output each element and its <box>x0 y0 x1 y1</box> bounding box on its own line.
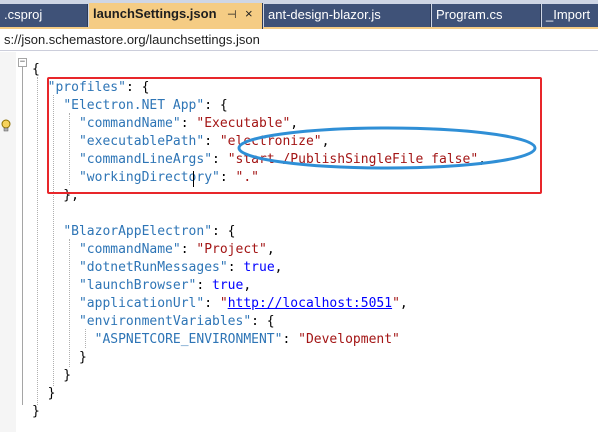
application-url-link[interactable]: http://localhost:5051 <box>228 296 392 311</box>
close-icon[interactable]: × <box>245 6 253 21</box>
tab-label: ant-design-blazor.js <box>268 7 381 22</box>
code-editor[interactable]: − { "profiles": { "Electron.NET App": { … <box>0 52 598 432</box>
tab-imports[interactable]: _Import <box>542 4 598 27</box>
tab-launchsettings-json[interactable]: launchSettings.json ⊣ × <box>89 3 263 29</box>
schema-url-bar[interactable]: s://json.schemastore.org/launchsettings.… <box>0 29 598 51</box>
fold-toggle[interactable]: − <box>18 58 27 67</box>
code-line: "ASPNETCORE_ENVIRONMENT": "Development" <box>94 332 400 347</box>
code-line: } <box>32 368 72 383</box>
code-line: "commandName": "Project", <box>78 242 275 257</box>
document-tab-bar: .csproj launchSettings.json ⊣ × ant-desi… <box>0 0 598 29</box>
code-line: "applicationUrl": "http://localhost:5051… <box>78 296 408 311</box>
fold-line <box>22 67 23 405</box>
code-line: } <box>32 404 40 419</box>
tab-program-cs[interactable]: Program.cs <box>432 4 541 27</box>
schema-url: s://json.schemastore.org/launchsettings.… <box>4 32 260 47</box>
tab-label: launchSettings.json <box>93 6 217 21</box>
pin-icon[interactable]: ⊣ <box>227 8 237 21</box>
editor-margin <box>0 52 16 432</box>
code-line: "BlazorAppElectron": { <box>63 224 236 239</box>
code-line: "launchBrowser": true, <box>78 278 252 293</box>
blue-highlight-ellipse <box>237 126 537 170</box>
code-line: } <box>32 386 56 401</box>
code-line: } <box>32 350 87 365</box>
tab-label: Program.cs <box>436 7 503 22</box>
code-line: "environmentVariables": { <box>78 314 275 329</box>
tab-label: .csproj <box>4 7 43 22</box>
code-line: "dotnetRunMessages": true, <box>78 260 283 275</box>
tab-ant-design-blazor-js[interactable]: ant-design-blazor.js <box>264 4 431 27</box>
lightbulb-icon[interactable] <box>0 119 12 133</box>
tab-label: _Import <box>546 7 591 22</box>
tab-csproj[interactable]: .csproj <box>0 4 88 27</box>
